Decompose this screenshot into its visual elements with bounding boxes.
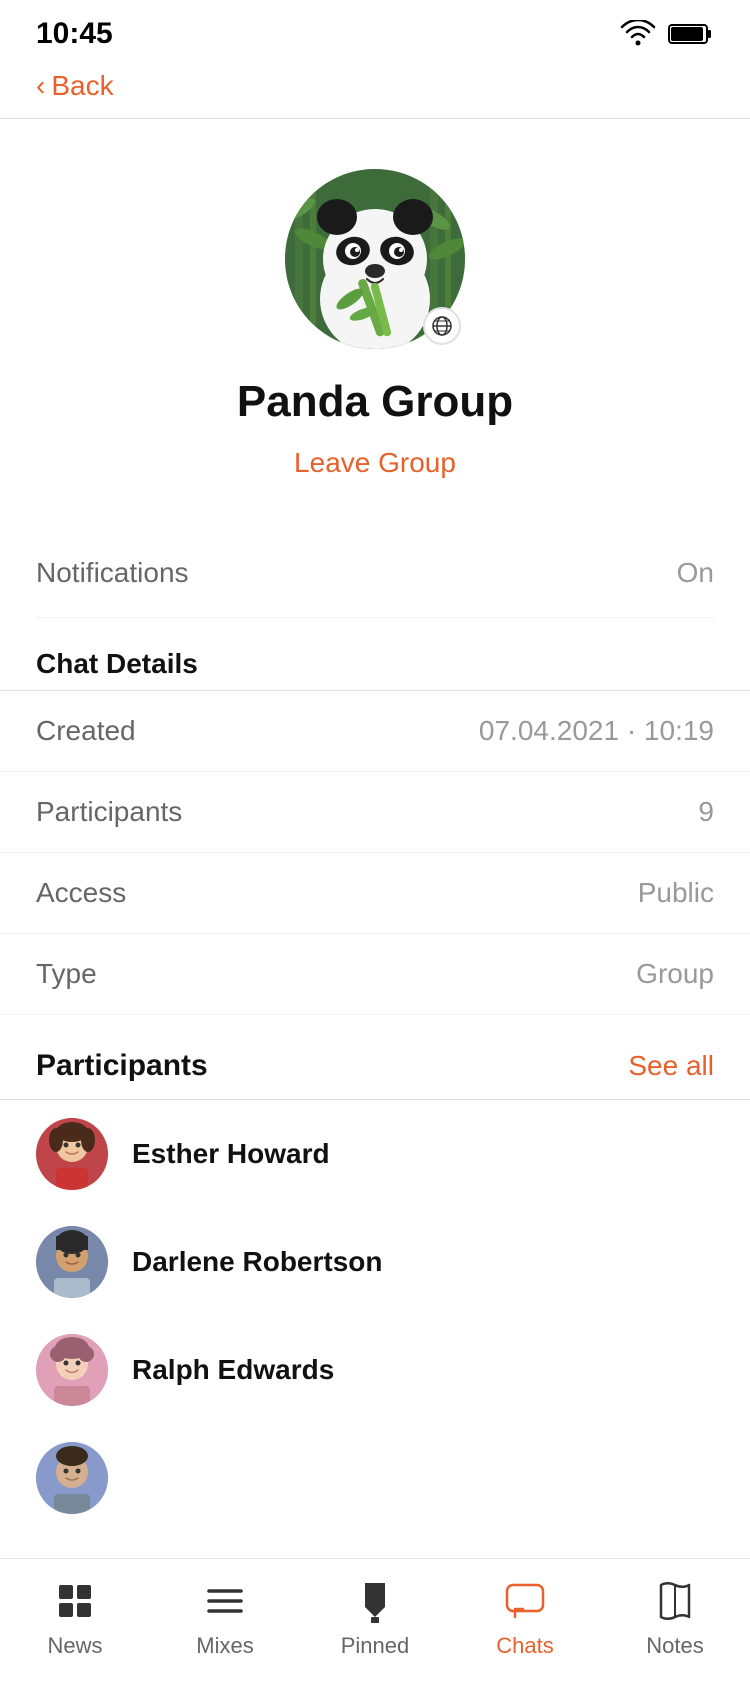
type-label: Type bbox=[36, 958, 97, 990]
access-value: Public bbox=[638, 877, 714, 909]
participant-esther[interactable]: Esther Howard bbox=[0, 1100, 750, 1208]
participants-section-header: Participants See all bbox=[0, 1015, 750, 1099]
status-time: 10:45 bbox=[36, 17, 113, 51]
nav-news[interactable]: News bbox=[15, 1577, 135, 1659]
profile-section: Panda Group Leave Group bbox=[0, 119, 750, 509]
nav-pinned-label: Pinned bbox=[341, 1633, 410, 1659]
mixes-icon bbox=[201, 1577, 249, 1625]
battery-icon bbox=[668, 22, 714, 46]
nav-pinned[interactable]: Pinned bbox=[315, 1577, 435, 1659]
avatar-darlene bbox=[36, 1226, 108, 1298]
status-icons bbox=[620, 20, 714, 48]
participant-partial[interactable] bbox=[0, 1424, 750, 1532]
back-label: Back bbox=[51, 70, 113, 102]
chats-icon bbox=[501, 1577, 549, 1625]
nav-chats-label: Chats bbox=[496, 1633, 553, 1659]
avatar-esther bbox=[36, 1118, 108, 1190]
globe-icon bbox=[431, 315, 453, 337]
participants-count-value: 9 bbox=[698, 796, 714, 828]
created-label: Created bbox=[36, 715, 136, 747]
status-bar: 10:45 bbox=[0, 0, 750, 60]
avatar-container bbox=[285, 169, 465, 349]
group-name: Panda Group bbox=[237, 377, 513, 427]
notifications-row[interactable]: Notifications On bbox=[36, 529, 714, 618]
participants-count-label: Participants bbox=[36, 796, 182, 828]
see-all-button[interactable]: See all bbox=[628, 1050, 714, 1082]
access-row: Access Public bbox=[0, 853, 750, 934]
nav-mixes-label: Mixes bbox=[196, 1633, 253, 1659]
chat-details-rows: Created 07.04.2021 · 10:19 Participants … bbox=[0, 691, 750, 1015]
notifications-label: Notifications bbox=[36, 557, 189, 589]
participants-count-row: Participants 9 bbox=[0, 772, 750, 853]
news-icon bbox=[51, 1577, 99, 1625]
avatar-ralph bbox=[36, 1334, 108, 1406]
bottom-navigation: News Mixes Pinned Chats bbox=[0, 1558, 750, 1688]
leave-group-button[interactable]: Leave Group bbox=[294, 447, 456, 479]
notifications-value: On bbox=[677, 557, 714, 589]
nav-chats[interactable]: Chats bbox=[465, 1577, 585, 1659]
participant-name-esther: Esther Howard bbox=[132, 1138, 330, 1170]
back-chevron-icon: ‹ bbox=[36, 70, 45, 102]
chat-details-header: Chat Details bbox=[0, 618, 750, 690]
type-value: Group bbox=[636, 958, 714, 990]
type-row: Type Group bbox=[0, 934, 750, 1015]
nav-notes-label: Notes bbox=[646, 1633, 703, 1659]
pinned-icon bbox=[351, 1577, 399, 1625]
access-label: Access bbox=[36, 877, 126, 909]
created-value: 07.04.2021 · 10:19 bbox=[479, 715, 714, 747]
participant-darlene[interactable]: Darlene Robertson bbox=[0, 1208, 750, 1316]
nav-mixes[interactable]: Mixes bbox=[165, 1577, 285, 1659]
settings-section: Notifications On bbox=[0, 529, 750, 618]
globe-badge bbox=[423, 307, 461, 345]
participant-name-ralph: Ralph Edwards bbox=[132, 1354, 334, 1386]
participants-title: Participants bbox=[36, 1049, 208, 1083]
participant-name-darlene: Darlene Robertson bbox=[132, 1246, 383, 1278]
nav-notes[interactable]: Notes bbox=[615, 1577, 735, 1659]
notes-icon bbox=[651, 1577, 699, 1625]
avatar-partial bbox=[36, 1442, 108, 1514]
participant-ralph[interactable]: Ralph Edwards bbox=[0, 1316, 750, 1424]
back-button[interactable]: ‹ Back bbox=[0, 60, 750, 118]
created-row: Created 07.04.2021 · 10:19 bbox=[0, 691, 750, 772]
nav-news-label: News bbox=[47, 1633, 102, 1659]
wifi-icon bbox=[620, 20, 656, 48]
